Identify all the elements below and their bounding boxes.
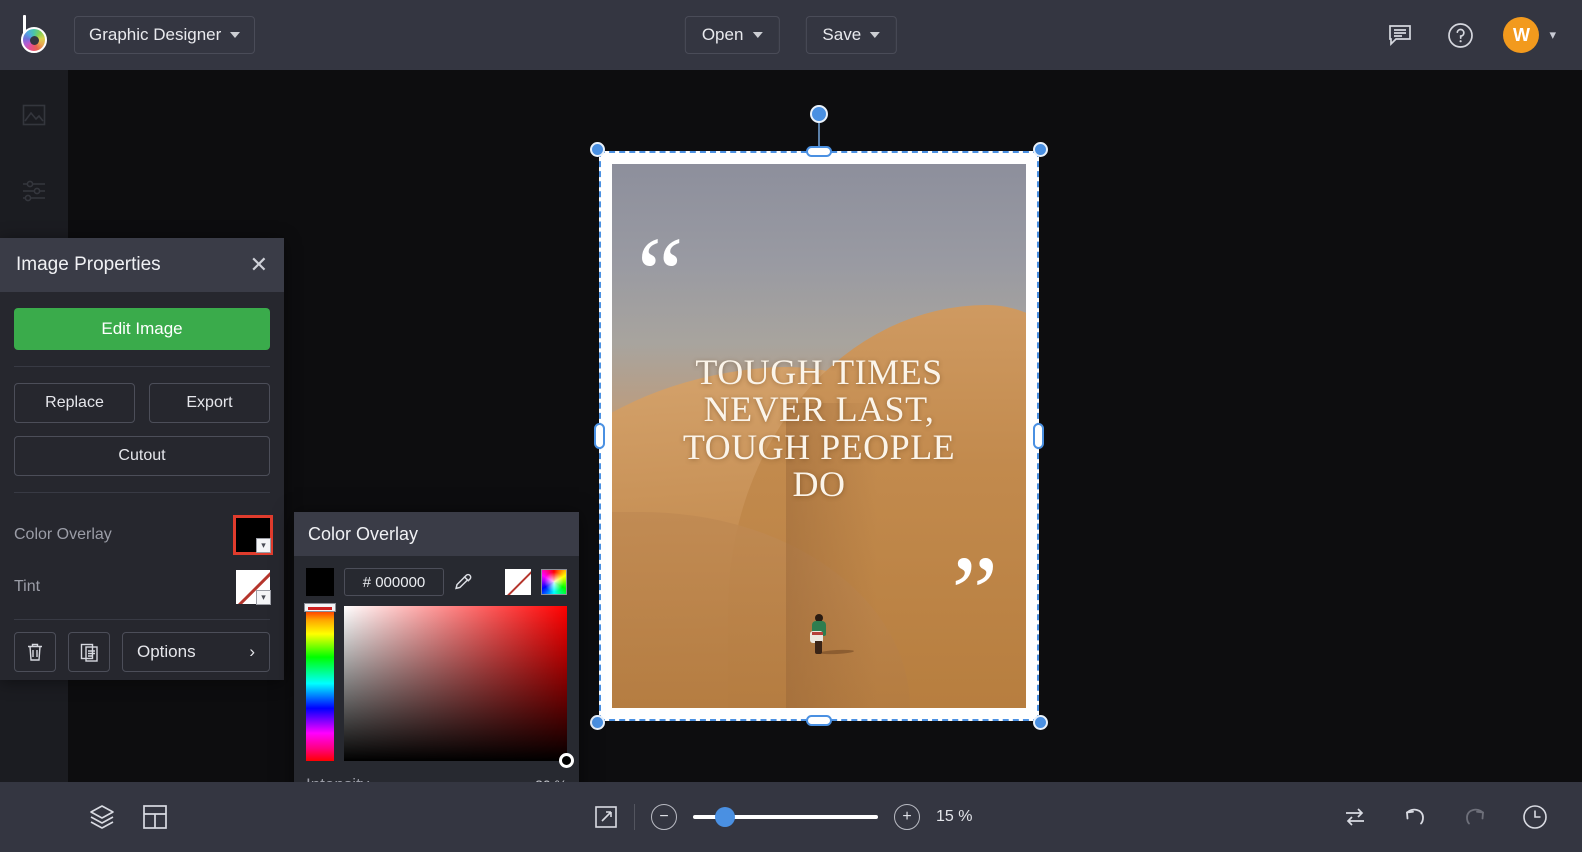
color-picker (306, 606, 567, 761)
zoom-slider-handle[interactable] (715, 807, 735, 827)
chevron-down-icon: ▾ (256, 538, 271, 553)
top-toolbar: Graphic Designer Open Save (0, 0, 1582, 70)
resize-handle-bottom-right[interactable] (1033, 715, 1048, 730)
redo-arrow-icon[interactable] (1462, 804, 1488, 830)
divider (14, 492, 270, 493)
resize-handle-top[interactable] (806, 146, 832, 157)
hue-slider-handle[interactable] (304, 603, 336, 612)
tint-swatch[interactable]: ▾ (236, 570, 270, 604)
saturation-value-handle[interactable] (559, 753, 574, 768)
page-title: Image Properties (16, 254, 161, 276)
panel-body: Edit Image Replace Export Cutout Color O… (0, 292, 284, 672)
heading-line-1: TOUGH TIMES (622, 354, 1016, 391)
edit-image-button[interactable]: Edit Image (14, 308, 270, 350)
layout-template-icon[interactable] (142, 804, 168, 830)
hex-row (306, 568, 567, 596)
open-label: Open (702, 25, 744, 45)
question-mark-circle-icon[interactable] (1443, 18, 1477, 52)
replace-button[interactable]: Replace (14, 383, 135, 423)
panel-header: Image Properties ✕ (0, 238, 284, 292)
zoom-controls: − + 15 % (594, 804, 988, 830)
document-name-dropdown[interactable]: Graphic Designer (74, 16, 255, 54)
sidebar-item-image[interactable] (0, 88, 68, 142)
chevron-down-icon (752, 32, 762, 38)
color-popup-body: Intensity 30 % (294, 556, 579, 809)
layers-icon[interactable] (88, 803, 116, 831)
resize-handle-bottom-left[interactable] (590, 715, 605, 730)
history-clock-icon[interactable] (1522, 804, 1548, 830)
walking-person (810, 614, 828, 654)
color-overlay-label: Color Overlay (14, 526, 112, 544)
top-right-actions: W ▾ (1383, 17, 1556, 53)
zoom-level-value: 15 % (936, 808, 988, 826)
tint-row: Tint ▾ (14, 561, 270, 613)
zoom-slider[interactable] (693, 815, 878, 819)
resize-handle-right[interactable] (1033, 423, 1044, 449)
save-label: Save (822, 25, 861, 45)
chat-bubble-icon[interactable] (1383, 18, 1417, 52)
chevron-right-icon: › (249, 642, 255, 662)
resize-handle-bottom[interactable] (806, 715, 832, 726)
open-quote-mark: “ (637, 242, 685, 305)
chevron-down-icon: ▾ (256, 590, 271, 605)
expand-arrow-icon[interactable] (594, 805, 618, 829)
app-logo[interactable] (0, 0, 68, 70)
swap-arrows-icon[interactable] (1342, 804, 1368, 830)
open-button[interactable]: Open (685, 16, 780, 54)
account-chevron-down-icon[interactable]: ▾ (1549, 27, 1556, 43)
trash-can-icon[interactable] (14, 632, 56, 672)
bottom-left-tools (0, 803, 168, 831)
heading-line-4: DO (622, 466, 1016, 503)
plus-circle-icon[interactable]: + (894, 804, 920, 830)
save-button[interactable]: Save (805, 16, 897, 54)
color-overlay-swatch[interactable]: ▾ (236, 518, 270, 552)
avatar[interactable]: W (1503, 17, 1539, 53)
undo-arrow-icon[interactable] (1402, 804, 1428, 830)
copy-duplicate-icon[interactable] (68, 632, 110, 672)
resize-handle-top-left[interactable] (590, 142, 605, 157)
divider (634, 804, 635, 830)
current-color-swatch[interactable] (306, 568, 334, 596)
selected-image-object[interactable]: “ TOUGH TIMES NEVER LAST, TOUGH PEOPLE D… (599, 151, 1039, 721)
avatar-initial: W (1513, 25, 1530, 46)
hex-input[interactable] (344, 568, 444, 596)
eyedropper-icon[interactable] (454, 573, 473, 592)
options-button[interactable]: Options › (122, 632, 270, 672)
divider (14, 366, 270, 367)
minus-circle-icon[interactable]: − (651, 804, 677, 830)
file-actions: Open Save (685, 16, 897, 54)
bottom-toolbar: − + 15 % (0, 782, 1582, 852)
artwork-heading: TOUGH TIMES NEVER LAST, TOUGH PEOPLE DO (612, 354, 1026, 504)
close-icon[interactable]: ✕ (250, 254, 268, 276)
rainbow-gradient-swatch[interactable] (541, 569, 567, 595)
chevron-down-icon (230, 32, 240, 38)
options-label: Options (137, 642, 196, 662)
document-name-label: Graphic Designer (89, 25, 221, 45)
image-properties-panel: Image Properties ✕ Edit Image Replace Ex… (0, 238, 284, 680)
color-popup-header: Color Overlay (294, 512, 579, 556)
chevron-down-icon (870, 32, 880, 38)
color-popup-title: Color Overlay (308, 524, 418, 545)
sidebar-item-adjustments[interactable] (0, 164, 68, 218)
close-quote-mark: ” (951, 561, 998, 624)
resize-handle-left[interactable] (594, 423, 605, 449)
no-color-swatch[interactable] (505, 569, 531, 595)
hue-slider[interactable] (306, 606, 334, 761)
rotate-handle[interactable] (810, 105, 828, 123)
app-root: Graphic Designer Open Save (0, 0, 1582, 852)
cutout-button[interactable]: Cutout (14, 436, 270, 476)
bottom-right-tools (1342, 804, 1548, 830)
divider (14, 619, 270, 620)
tint-label: Tint (14, 578, 40, 596)
heading-line-3: TOUGH PEOPLE (622, 429, 1016, 466)
color-wheel-logo-icon (16, 15, 52, 55)
heading-line-2: NEVER LAST, (622, 391, 1016, 428)
resize-handle-top-right[interactable] (1033, 142, 1048, 157)
artwork-image: “ TOUGH TIMES NEVER LAST, TOUGH PEOPLE D… (612, 164, 1026, 708)
panel-tools-row: Options › (14, 632, 270, 672)
color-overlay-row: Color Overlay ▾ (14, 509, 270, 561)
export-button[interactable]: Export (149, 383, 270, 423)
saturation-value-area[interactable] (344, 606, 567, 761)
replace-export-row: Replace Export (14, 383, 270, 423)
